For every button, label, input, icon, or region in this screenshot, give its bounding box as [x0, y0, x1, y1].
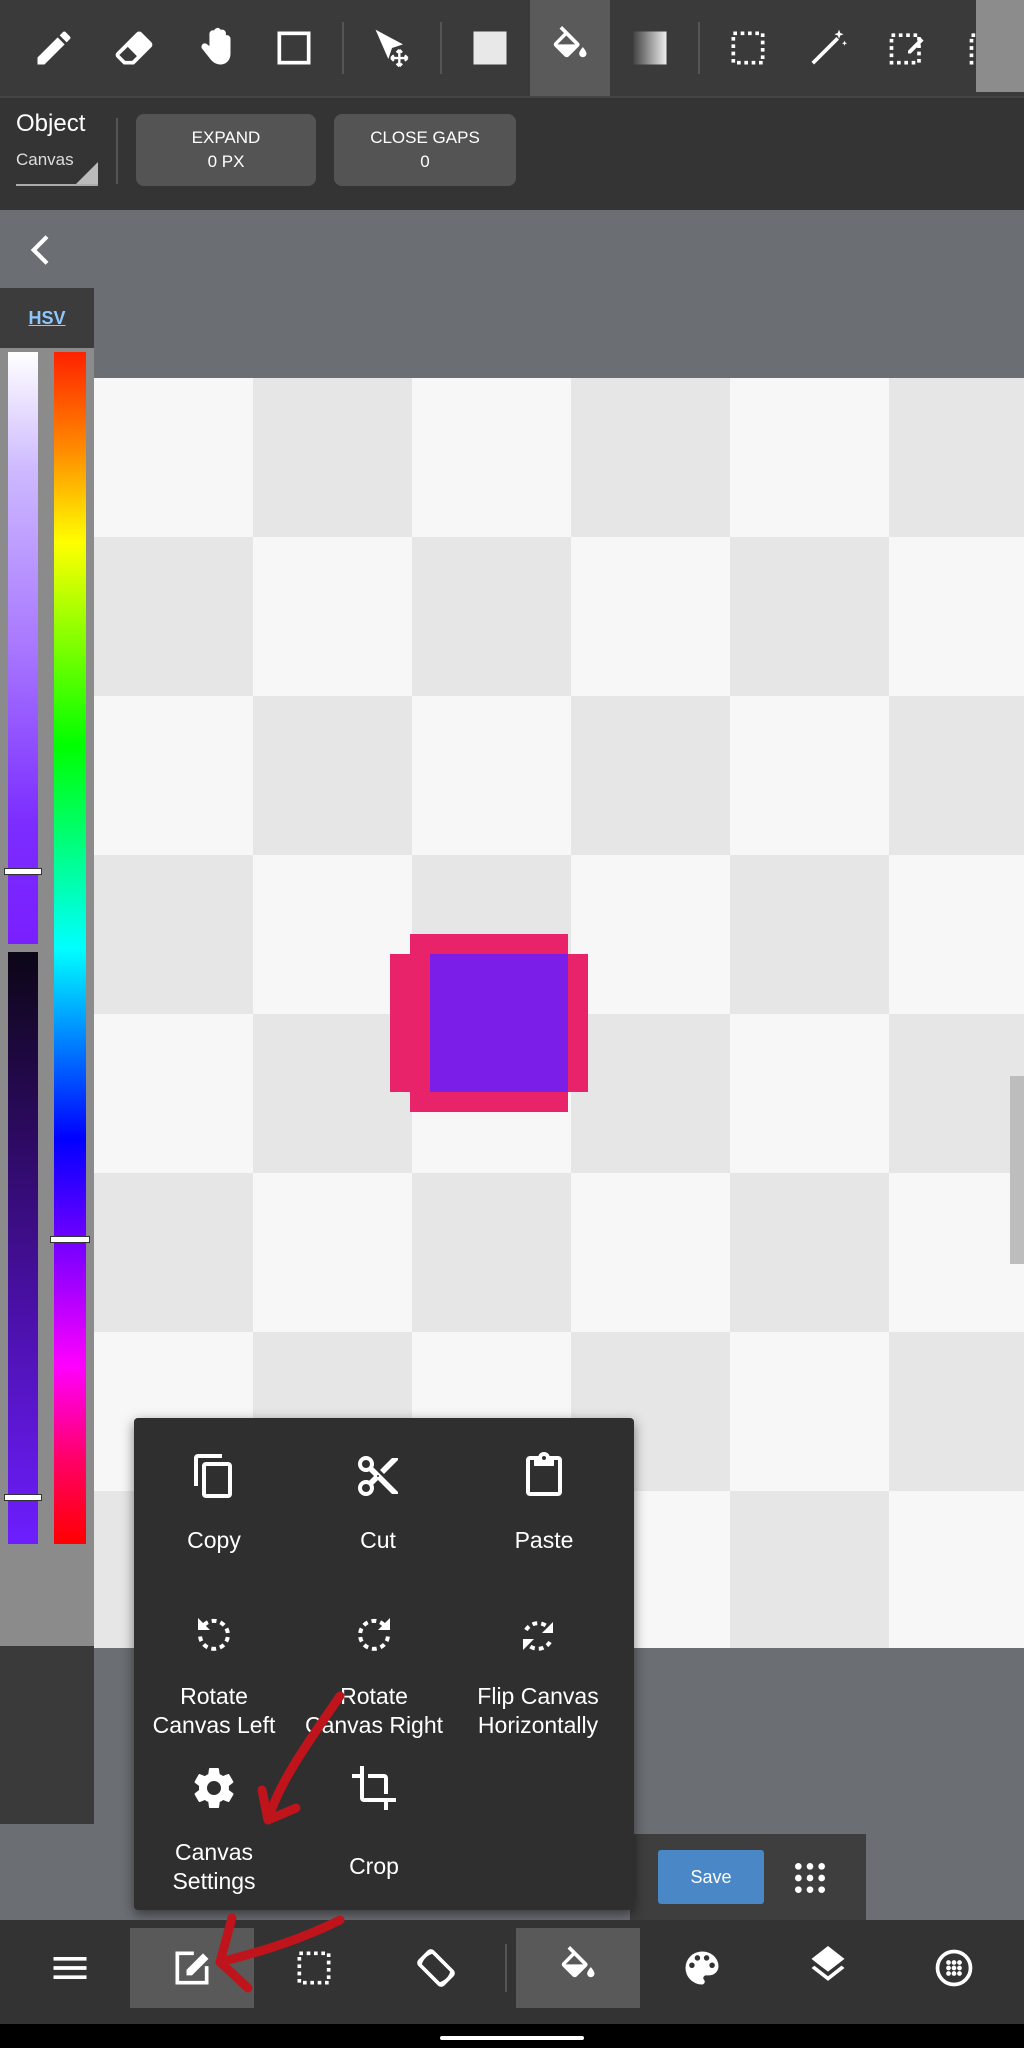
hand-icon[interactable]: [174, 0, 254, 96]
bucket-icon[interactable]: [530, 0, 610, 96]
rotate-screen-icon[interactable]: [374, 1928, 498, 2008]
rectangle-icon[interactable]: [254, 0, 334, 96]
chevron-left-icon[interactable]: [22, 230, 62, 270]
menu-item-label: Paste: [514, 1527, 574, 1553]
menu-item-label: Canvas Left: [152, 1712, 276, 1738]
gear-icon: [194, 1768, 234, 1809]
rotate-right-icon: [358, 1618, 390, 1651]
value-handle[interactable]: [4, 1494, 42, 1501]
menu-item-rotate-left[interactable]: Rotate Canvas Left: [134, 1612, 294, 1740]
close-gaps-value: 0: [420, 152, 430, 171]
dropdown-triangle-icon: [76, 162, 98, 184]
select-rect-icon[interactable]: [708, 0, 788, 96]
home-indicator[interactable]: [440, 2036, 584, 2040]
object-label: Object: [16, 110, 86, 137]
selection-icon[interactable]: [252, 1928, 376, 2008]
menu-item-label: Copy: [187, 1527, 241, 1553]
copy-icon: [194, 1454, 232, 1498]
color-mode-tab[interactable]: HSV: [0, 308, 94, 329]
object-target-value: Canvas: [16, 150, 74, 169]
fill-rect-icon[interactable]: [450, 0, 530, 96]
close-gaps-label: CLOSE GAPS: [370, 128, 480, 147]
toolbar-divider: [440, 22, 442, 74]
crop-icon: [352, 1766, 396, 1810]
value-slider[interactable]: [8, 952, 38, 1544]
select-pen-icon[interactable]: [868, 0, 948, 96]
options-divider: [116, 118, 118, 184]
saturation-handle[interactable]: [4, 868, 42, 875]
hue-slider[interactable]: [54, 352, 86, 1544]
toolbar-divider: [698, 22, 700, 74]
menu-item-label: Cut: [360, 1527, 396, 1553]
bucket-icon[interactable]: [516, 1928, 640, 2008]
pen-icon[interactable]: [14, 0, 94, 96]
clipboard-icon: [526, 1452, 562, 1496]
menu-icon[interactable]: [8, 1928, 132, 2008]
expand-button[interactable]: EXPAND 0 PX: [136, 114, 316, 186]
scissors-icon: [358, 1456, 398, 1496]
menu-item-paste[interactable]: Paste: [464, 1452, 624, 1555]
hue-handle[interactable]: [50, 1236, 90, 1243]
shape-fill: [430, 954, 568, 1092]
menu-item-label: Flip Canvas: [477, 1683, 599, 1709]
menu-item-rotate-right[interactable]: Rotate Canvas Right: [294, 1612, 454, 1740]
top-toolbar: [0, 0, 1024, 96]
save-button[interactable]: Save: [658, 1850, 764, 1904]
menu-item-copy[interactable]: Copy: [134, 1452, 294, 1555]
rotate-left-icon: [198, 1618, 230, 1651]
close-gaps-button[interactable]: CLOSE GAPS 0: [334, 114, 516, 186]
canvas-scrollbar[interactable]: [1010, 1076, 1024, 1264]
menu-item-label: Settings: [172, 1868, 256, 1894]
color-panel-footer: [0, 1646, 94, 1824]
toolbar-divider: [342, 22, 344, 74]
edit-icon[interactable]: [130, 1928, 254, 2008]
move-select-icon[interactable]: [352, 0, 432, 96]
grid-icon[interactable]: [790, 1858, 830, 1898]
menu-item-label: Rotate: [180, 1683, 248, 1709]
toolbar-scroll-nub[interactable]: [976, 0, 1024, 92]
flip-icon: [523, 1621, 553, 1651]
menu-item-canvas-settings[interactable]: Canvas Settings: [134, 1764, 294, 1896]
menu-item-cut[interactable]: Cut: [304, 1452, 452, 1555]
palette-icon[interactable]: [640, 1928, 764, 2008]
menu-item-label: Horizontally: [477, 1712, 599, 1738]
gradient-icon[interactable]: [610, 0, 690, 96]
menu-item-label: Rotate: [340, 1683, 408, 1709]
layers-icon[interactable]: [766, 1928, 890, 2008]
menu-item-label: Canvas: [175, 1839, 253, 1865]
expand-label: EXPAND: [191, 128, 261, 147]
edit-popup-menu: Copy Cut Paste Rotate Canvas Left Rotate…: [134, 1418, 634, 1910]
expand-value: 0 PX: [207, 152, 245, 171]
menu-item-crop[interactable]: Crop: [294, 1764, 454, 1881]
magic-wand-icon[interactable]: [788, 0, 868, 96]
eraser-icon[interactable]: [94, 0, 174, 96]
saturation-slider[interactable]: [8, 352, 38, 944]
nav-divider: [505, 1944, 507, 1992]
menu-item-label: Canvas Right: [304, 1712, 444, 1738]
object-target-select[interactable]: Canvas: [16, 150, 98, 186]
material-icon[interactable]: [892, 1928, 1016, 2008]
menu-item-label: Crop: [349, 1853, 399, 1879]
menu-item-flip-horizontal[interactable]: Flip Canvas Horizontally: [450, 1612, 626, 1740]
